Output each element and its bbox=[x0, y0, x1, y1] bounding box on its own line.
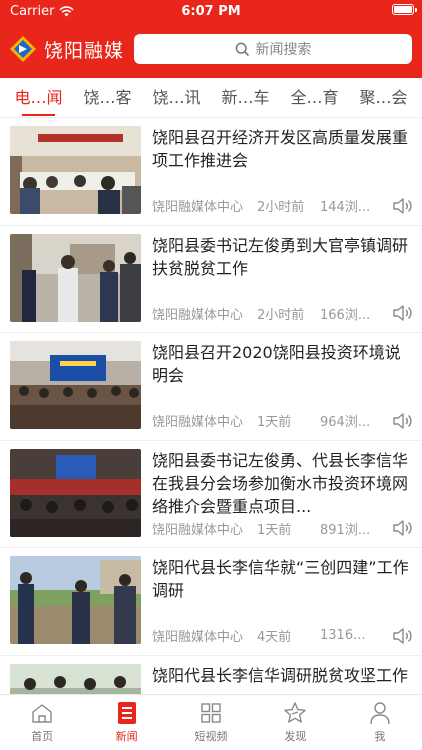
news-time: 2小时前 bbox=[257, 307, 305, 323]
tab-sports[interactable]: 全…育 bbox=[290, 78, 338, 118]
news-title: 饶阳代县长李信华就“三创四建”工作调研 bbox=[152, 558, 409, 600]
news-thumbnail bbox=[10, 556, 141, 644]
speaker-icon[interactable] bbox=[392, 304, 412, 322]
news-views: 166浏... bbox=[320, 307, 371, 323]
news-source: 饶阳融媒体中心 bbox=[152, 415, 244, 430]
tab-tv-news[interactable]: 电…闻 bbox=[14, 78, 63, 118]
header: Carrier 6:07 PM 饶阳融媒 新闻搜索 bbox=[0, 0, 422, 78]
news-views: 1316... bbox=[320, 628, 366, 643]
news-source: 饶阳融媒体中心 bbox=[152, 200, 244, 215]
grid-icon bbox=[201, 703, 221, 723]
search-icon bbox=[235, 42, 249, 56]
clock: 6:07 PM bbox=[181, 3, 241, 19]
tab-home-label: 首页 bbox=[31, 730, 54, 743]
news-item[interactable]: 饶阳县委书记左俊勇、代县长李信华在我县分会场参加衡水市投资环境网络推介会暨重点项… bbox=[0, 441, 422, 548]
news-source: 饶阳融媒体中心 bbox=[152, 307, 244, 323]
tab-raoyang-news[interactable]: 饶…讯 bbox=[152, 78, 200, 118]
news-source: 饶阳融媒体中心 bbox=[152, 522, 244, 538]
news-thumbnail bbox=[10, 341, 141, 429]
news-title: 饶阳县召开经济开发区高质量发展重项工作推进会 bbox=[152, 128, 409, 170]
home-icon bbox=[32, 704, 52, 723]
category-tabs: 电…闻 饶…客 饶…讯 新…车 全…育 聚…会 bbox=[0, 78, 422, 118]
tab-discover[interactable]: 发现 bbox=[253, 695, 337, 750]
speaker-icon[interactable] bbox=[392, 197, 412, 215]
tab-discover-label: 发现 bbox=[284, 730, 307, 743]
news-item[interactable]: 饶阳县召开经济开发区高质量发展重项工作推进会 饶阳融媒体中心 2小时前 144浏… bbox=[0, 118, 422, 226]
star-icon bbox=[284, 702, 307, 723]
news-meta: 饶阳融媒体中心 4天前 1316... bbox=[152, 626, 412, 645]
app-name: 饶阳融媒 bbox=[44, 39, 125, 62]
news-list: 饶阳县召开经济开发区高质量发展重项工作推进会 饶阳融媒体中心 2小时前 144浏… bbox=[0, 118, 422, 694]
news-thumbnail bbox=[10, 126, 141, 214]
speaker-icon[interactable] bbox=[392, 412, 412, 430]
battery-icon bbox=[392, 4, 417, 15]
news-title: 饶阳代县长李信华调研脱贫攻坚工作 bbox=[152, 665, 409, 685]
tab-home[interactable]: 首页 bbox=[0, 695, 84, 750]
app-logo-icon bbox=[10, 36, 36, 62]
speaker-icon[interactable] bbox=[392, 519, 412, 537]
news-meta: 饶阳融媒体中心 1天前 891浏... bbox=[152, 519, 412, 538]
news-item[interactable]: 饶阳县召开2020饶阳县投资环境说明会 饶阳融媒体中心 1天前 964浏... bbox=[0, 333, 422, 441]
news-source: 饶阳融媒体中心 bbox=[152, 630, 244, 645]
tab-raoyang-guest[interactable]: 饶…客 bbox=[83, 78, 131, 118]
news-views: 144浏... bbox=[320, 200, 371, 215]
tab-short-video[interactable]: 短视频 bbox=[169, 695, 253, 750]
tab-news-label: 新闻 bbox=[115, 730, 138, 743]
search-bar[interactable]: 新闻搜索 bbox=[134, 34, 412, 64]
user-icon bbox=[370, 702, 390, 725]
tab-gathering[interactable]: 聚…会 bbox=[359, 78, 407, 118]
news-time: 4天前 bbox=[257, 630, 292, 645]
news-time: 1天前 bbox=[257, 415, 292, 430]
news-icon bbox=[117, 702, 136, 724]
tab-me-label: 我 bbox=[374, 730, 386, 743]
news-views: 891浏... bbox=[320, 522, 371, 538]
news-time: 1天前 bbox=[257, 522, 292, 538]
search-placeholder: 新闻搜索 bbox=[255, 42, 312, 58]
news-title: 饶阳县委书记左俊勇到大官亭镇调研扶贫脱贫工作 bbox=[152, 235, 409, 278]
tab-news[interactable]: 新闻 bbox=[84, 695, 168, 750]
news-meta: 饶阳融媒体中心 2小时前 166浏... bbox=[152, 304, 412, 323]
news-views: 964浏... bbox=[320, 415, 371, 430]
news-meta: 饶阳融媒体中心 2小时前 144浏... bbox=[152, 196, 412, 215]
tab-short-video-label: 短视频 bbox=[194, 730, 228, 743]
bottom-tab-bar: 首页 新闻 短视频 发现 我 bbox=[0, 694, 422, 750]
news-thumbnail bbox=[10, 448, 141, 537]
news-thumbnail bbox=[10, 663, 141, 694]
news-time: 2小时前 bbox=[257, 200, 305, 215]
news-meta: 饶阳融媒体中心 1天前 964浏... bbox=[152, 411, 412, 430]
news-item[interactable]: 饶阳县委书记左俊勇到大官亭镇调研扶贫脱贫工作 饶阳融媒体中心 2小时前 166浏… bbox=[0, 226, 422, 333]
tab-new-car[interactable]: 新…车 bbox=[221, 78, 269, 118]
tab-me[interactable]: 我 bbox=[338, 695, 422, 750]
news-item[interactable]: 饶阳代县长李信华调研脱贫攻坚工作 bbox=[0, 656, 422, 694]
status-bar: Carrier 6:07 PM bbox=[0, 0, 422, 22]
news-item[interactable]: 饶阳代县长李信华就“三创四建”工作调研 饶阳融媒体中心 4天前 1316... bbox=[0, 548, 422, 656]
speaker-icon[interactable] bbox=[392, 627, 412, 645]
news-title: 饶阳县委书记左俊勇、代县长李信华在我县分会场参加衡水市投资环境网络推介会暨重点项… bbox=[152, 450, 409, 516]
news-thumbnail bbox=[10, 233, 141, 322]
news-title: 饶阳县召开2020饶阳县投资环境说明会 bbox=[152, 343, 401, 385]
app-bar: 饶阳融媒 新闻搜索 bbox=[0, 26, 422, 72]
